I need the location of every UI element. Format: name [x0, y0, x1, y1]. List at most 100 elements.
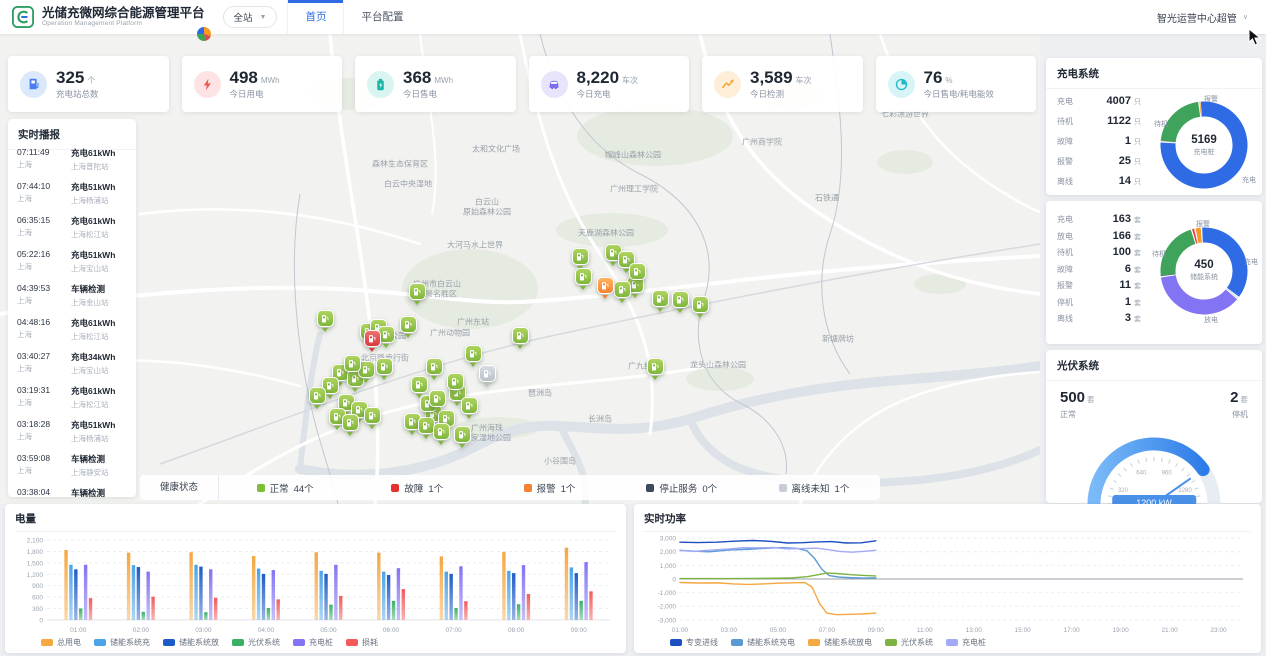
- pv-stopped-unit: 套: [1241, 395, 1249, 404]
- health-item-label: 离线未知: [792, 481, 830, 495]
- station-marker-red[interactable]: [364, 330, 381, 347]
- broadcast-item[interactable]: 07:11:49上海充电61kWh上海普陀站: [17, 142, 127, 176]
- station-marker-green[interactable]: [461, 397, 478, 414]
- legend-item-总用电[interactable]: 总用电: [41, 637, 81, 648]
- status-label: 离线: [1057, 313, 1087, 324]
- station-marker-green[interactable]: [342, 414, 359, 431]
- station-marker-green[interactable]: [433, 423, 450, 440]
- svg-text:03:00: 03:00: [721, 627, 738, 634]
- broadcast-item[interactable]: 04:39:53上海车辆检测上海金山站: [17, 278, 127, 312]
- broadcast-item[interactable]: 03:19:31上海充电61kWh上海松江站: [17, 380, 127, 414]
- station-marker-green[interactable]: [429, 390, 446, 407]
- map-place-label: 小谷围岛: [544, 456, 576, 467]
- station-marker-green[interactable]: [575, 268, 592, 285]
- energy-bar-chart-card: 电量 03006009001,2001,5001,8002,10001:0002…: [5, 504, 626, 653]
- status-label: 充电: [1057, 96, 1087, 107]
- broadcast-time-city: 05:22:16上海: [17, 249, 50, 274]
- legend-item-光伏系统[interactable]: 光伏系统: [885, 637, 933, 648]
- health-status-bar: 健康状态 正常44个故障1个报警1个停止服务0个离线未知1个: [140, 475, 880, 500]
- broadcast-time-city: 04:39:53上海: [17, 283, 50, 308]
- station-marker-green[interactable]: [447, 373, 464, 390]
- station-marker-green[interactable]: [629, 263, 646, 280]
- station-marker-green[interactable]: [309, 387, 326, 404]
- health-item-离线未知[interactable]: 离线未知1个: [748, 481, 880, 495]
- svg-text:15:00: 15:00: [1015, 627, 1032, 634]
- svg-text:09:00: 09:00: [868, 627, 885, 634]
- kpi-unit: 个: [87, 76, 95, 85]
- broadcast-list[interactable]: 07:11:49上海充电61kWh上海普陀站07:44:10上海充电51kWh上…: [8, 142, 136, 497]
- station-marker-green[interactable]: [418, 417, 435, 434]
- power-line-chart: -3,000-2,000-1,00001,0002,0003,00001:000…: [644, 532, 1251, 636]
- station-marker-green[interactable]: [692, 296, 709, 313]
- svg-text:3,000: 3,000: [660, 536, 677, 543]
- kpi-card-daily-charges: 8,220车次 今日充电: [529, 56, 690, 112]
- svg-text:-3,000: -3,000: [658, 617, 677, 624]
- station-marker-green[interactable]: [376, 358, 393, 375]
- station-marker-green[interactable]: [409, 283, 426, 300]
- station-marker-green[interactable]: [426, 358, 443, 375]
- station-marker-green[interactable]: [672, 291, 689, 308]
- system-status-row: 充电4007只: [1057, 95, 1152, 115]
- broadcast-item[interactable]: 03:59:08上海车辆检测上海静安站: [17, 448, 127, 482]
- tab-home[interactable]: 首页: [287, 0, 344, 34]
- status-label: 放电: [1057, 231, 1087, 242]
- tab-platform-config[interactable]: 平台配置: [344, 0, 420, 34]
- station-marker-green[interactable]: [647, 358, 664, 375]
- health-item-label: 正常: [270, 481, 289, 495]
- legend-item-储能系统放[interactable]: 储能系统放: [163, 637, 219, 648]
- broadcast-event-station: 充电61kWh上海松江站: [71, 317, 127, 342]
- broadcast-item[interactable]: 03:40:27上海充电34kWh上海宝山站: [17, 346, 127, 380]
- station-marker-green[interactable]: [512, 327, 529, 344]
- broadcast-item[interactable]: 04:48:16上海充电61kWh上海松江站: [17, 312, 127, 346]
- svg-text:05:00: 05:00: [770, 627, 787, 634]
- broadcast-item[interactable]: 03:38:04上海车辆检测上海嘉定站: [17, 482, 127, 497]
- user-menu-label: 智光运营中心超管: [1157, 10, 1237, 25]
- station-marker-green[interactable]: [400, 316, 417, 333]
- health-item-label: 报警: [537, 481, 556, 495]
- broadcast-item[interactable]: 06:35:15上海充电61kWh上海松江站: [17, 210, 127, 244]
- station-marker-green[interactable]: [465, 345, 482, 362]
- status-unit: 套: [1134, 232, 1141, 242]
- broadcast-item[interactable]: 05:22:16上海充电51kWh上海宝山站: [17, 244, 127, 278]
- legend-item-储能系统放电[interactable]: 储能系统放电: [808, 637, 872, 648]
- legend-item-储能系统充电[interactable]: 储能系统充电: [731, 637, 795, 648]
- station-marker-green[interactable]: [572, 248, 589, 265]
- health-item-报警[interactable]: 报警1个: [483, 481, 615, 495]
- top-header: 光储充微网综合能源管理平台 Operation Management Platf…: [0, 0, 1266, 34]
- broadcast-item[interactable]: 07:44:10上海充电51kWh上海杨浦站: [17, 176, 127, 210]
- health-item-正常[interactable]: 正常44个: [219, 481, 351, 495]
- user-menu[interactable]: 智光运营中心超管 ∨: [1157, 10, 1248, 25]
- broadcast-time-city: 03:18:28上海: [17, 419, 50, 444]
- energy-chart-legend: 总用电 储能系统充 储能系统放 光伏系统 充电桩 损耗: [15, 636, 616, 651]
- status-label: 报警: [1057, 280, 1087, 291]
- broadcast-item[interactable]: 03:18:28上海充电51kWh上海杨浦站: [17, 414, 127, 448]
- station-marker-green[interactable]: [411, 376, 428, 393]
- station-selector-dropdown[interactable]: 全站 ▼: [223, 6, 278, 28]
- station-marker-green[interactable]: [614, 281, 631, 298]
- broadcast-time-city: 03:19:31上海: [17, 385, 50, 410]
- station-marker-green[interactable]: [454, 426, 471, 443]
- station-marker-green[interactable]: [344, 355, 361, 372]
- station-marker-orange[interactable]: [597, 277, 614, 294]
- legend-item-储能系统充[interactable]: 储能系统充: [94, 637, 150, 648]
- svg-text:17:00: 17:00: [1064, 627, 1081, 634]
- health-item-故障[interactable]: 故障1个: [351, 481, 483, 495]
- legend-item-专变进线[interactable]: 专变进线: [670, 637, 718, 648]
- legend-swatch: [731, 639, 743, 646]
- legend-swatch: [232, 639, 244, 646]
- station-marker-gray[interactable]: [479, 365, 496, 382]
- station-marker-green[interactable]: [364, 407, 381, 424]
- svg-text:21:00: 21:00: [1161, 627, 1178, 634]
- svg-text:19:00: 19:00: [1112, 627, 1129, 634]
- legend-item-充电桩[interactable]: 充电桩: [293, 637, 333, 648]
- health-item-停止服务[interactable]: 停止服务0个: [616, 481, 748, 495]
- kpi-label: 今日售电: [403, 90, 453, 100]
- station-marker-green[interactable]: [317, 310, 334, 327]
- station-marker-green[interactable]: [652, 290, 669, 307]
- system-status-row: 报警25只: [1057, 155, 1152, 175]
- legend-item-充电桩[interactable]: 充电桩: [946, 637, 986, 648]
- map-place-label: 广州理工学院: [610, 184, 658, 195]
- legend-item-损耗[interactable]: 损耗: [346, 637, 378, 648]
- legend-item-光伏系统[interactable]: 光伏系统: [232, 637, 280, 648]
- status-dot: [524, 484, 532, 492]
